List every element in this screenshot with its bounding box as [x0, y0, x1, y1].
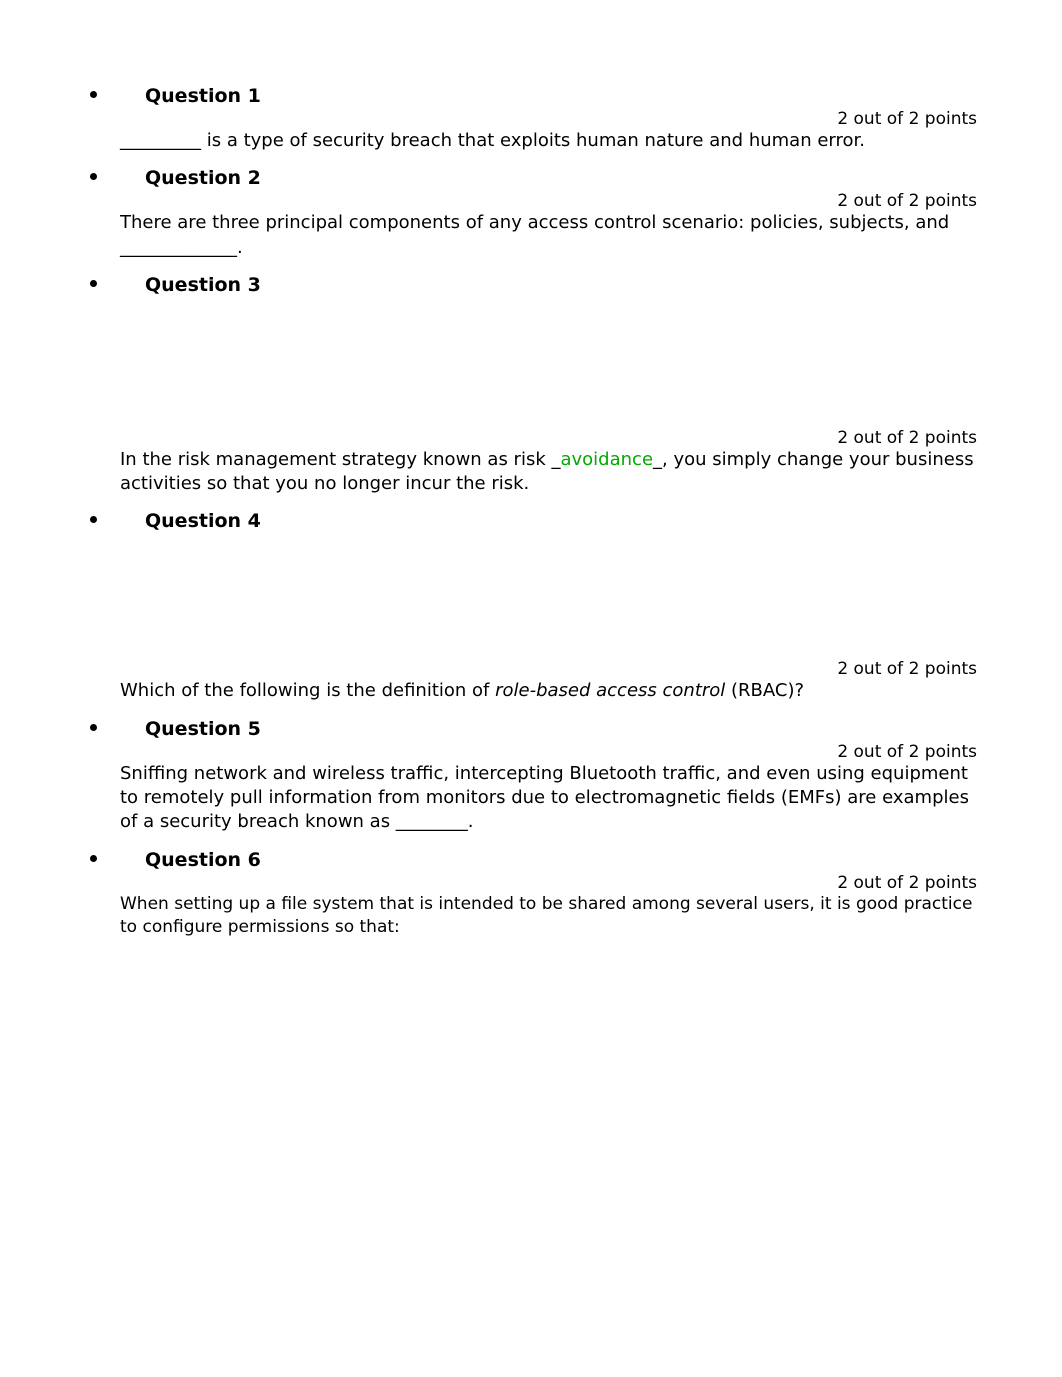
questions-list: Question 1 2 out of 2 points _________ i… — [80, 85, 987, 939]
question-text-pre: Which of the following is the definition… — [120, 680, 495, 701]
question-5: Question 5 2 out of 2 points Sniffing ne… — [80, 718, 987, 835]
bullet-icon — [90, 173, 97, 180]
question-body: In the risk management strategy known as… — [120, 448, 987, 497]
answer-text: avoidance — [560, 449, 653, 470]
bullet-icon — [90, 280, 97, 287]
question-text: When setting up a file system that is in… — [120, 894, 972, 937]
bullet-icon — [90, 724, 97, 731]
question-body: There are three principal components of … — [120, 211, 987, 260]
question-body: When setting up a file system that is in… — [120, 893, 987, 939]
points-text: 2 out of 2 points — [120, 428, 987, 448]
question-heading: Question 2 — [120, 167, 987, 189]
question-heading: Question 6 — [120, 849, 987, 871]
bullet-icon — [90, 91, 97, 98]
question-heading: Question 4 — [120, 510, 987, 532]
question-3: Question 3 2 out of 2 points In the risk… — [80, 274, 987, 497]
question-body: _________ is a type of security breach t… — [120, 129, 987, 153]
points-text: 2 out of 2 points — [120, 659, 987, 679]
italic-term: role-based access control — [495, 680, 725, 701]
question-text-post: (RBAC)? — [725, 680, 804, 701]
bullet-icon — [90, 855, 97, 862]
question-text-pre: In the risk management strategy known as… — [120, 449, 560, 470]
bullet-icon — [90, 516, 97, 523]
question-body: Which of the following is the definition… — [120, 679, 987, 703]
question-4: Question 4 2 out of 2 points Which of th… — [80, 510, 987, 703]
question-2: Question 2 2 out of 2 points There are t… — [80, 167, 987, 260]
question-text: _________ is a type of security breach t… — [120, 130, 865, 151]
question-heading: Question 3 — [120, 274, 987, 296]
question-heading: Question 5 — [120, 718, 987, 740]
spacer — [120, 534, 987, 659]
points-text: 2 out of 2 points — [120, 742, 987, 762]
question-6: Question 6 2 out of 2 points When settin… — [80, 849, 987, 939]
question-body: Sniffing network and wireless traffic, i… — [120, 762, 987, 835]
points-text: 2 out of 2 points — [120, 109, 987, 129]
question-text: Sniffing network and wireless traffic, i… — [120, 763, 969, 833]
points-text: 2 out of 2 points — [120, 191, 987, 211]
spacer — [120, 298, 987, 428]
question-1: Question 1 2 out of 2 points _________ i… — [80, 85, 987, 153]
points-text: 2 out of 2 points — [120, 873, 987, 893]
question-heading: Question 1 — [120, 85, 987, 107]
question-text: There are three principal components of … — [120, 212, 949, 257]
